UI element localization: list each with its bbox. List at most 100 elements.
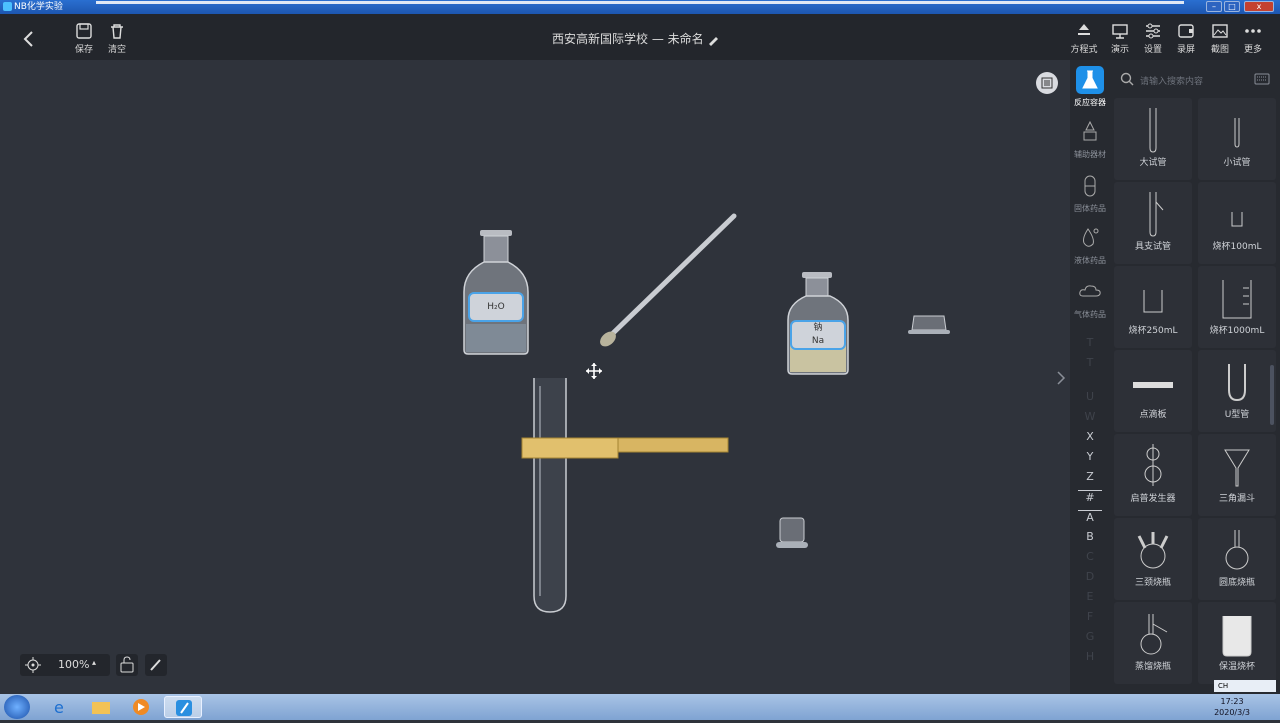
category-gas[interactable]: 气体药品 bbox=[1070, 278, 1110, 320]
taskbar-ie-icon[interactable]: e bbox=[42, 696, 80, 718]
sodium-bottle[interactable]: 钠 Na bbox=[786, 270, 850, 376]
category-label: 液体药品 bbox=[1074, 256, 1106, 265]
equipment-item-beaker-100[interactable]: 烧杯100mL bbox=[1198, 182, 1276, 264]
equipment-name: 三角漏斗 bbox=[1218, 494, 1255, 504]
close-button[interactable]: x bbox=[1244, 1, 1274, 12]
category-liquid[interactable]: 液体药品 bbox=[1070, 224, 1110, 266]
bottle-stopper[interactable] bbox=[774, 516, 810, 554]
equipment-name: 具支试管 bbox=[1134, 242, 1171, 252]
index-letter[interactable]: E bbox=[1070, 590, 1110, 603]
insulated-beaker-icon bbox=[1222, 616, 1252, 657]
taskbar-media-icon[interactable] bbox=[122, 696, 160, 718]
window-titlebar: NB化学实验 – □ x bbox=[0, 0, 1280, 14]
index-letter[interactable]: X bbox=[1070, 430, 1110, 443]
three-neck-flask-icon bbox=[1137, 532, 1169, 569]
equipment-item-beaker-1000[interactable]: 烧杯1000mL bbox=[1198, 266, 1276, 348]
index-letter[interactable]: T bbox=[1070, 336, 1110, 349]
equipment-item-funnel[interactable]: 三角漏斗 bbox=[1198, 434, 1276, 516]
clock-time: 17:23 bbox=[1220, 697, 1244, 706]
index-letter[interactable]: T bbox=[1070, 356, 1110, 369]
index-letter[interactable]: G bbox=[1070, 630, 1110, 643]
equipment-name: 小试管 bbox=[1223, 158, 1251, 168]
search-box[interactable]: 请输入搜索内容 bbox=[1114, 68, 1274, 90]
chevron-right-icon[interactable] bbox=[1055, 370, 1067, 386]
cloud-icon bbox=[1076, 278, 1104, 306]
clear-label: 清空 bbox=[107, 45, 126, 55]
zoom-caret-icon[interactable]: ▴ bbox=[92, 658, 96, 667]
equipment-item-round-flask[interactable]: 圆底烧瓶 bbox=[1198, 518, 1276, 600]
zoom-level: 100% bbox=[58, 658, 90, 671]
capsule-icon bbox=[1076, 172, 1104, 200]
zoom-control[interactable]: 100% ▴ bbox=[20, 654, 110, 676]
locate-icon[interactable] bbox=[25, 657, 41, 673]
minimize-button[interactable]: – bbox=[1206, 1, 1222, 12]
equipment-item-insulated-beaker[interactable]: 保温烧杯 bbox=[1198, 602, 1276, 684]
experiment-canvas[interactable]: H₂O 钠 Na 100% ▴ bbox=[0, 60, 1070, 694]
equipment-name: 点滴板 bbox=[1139, 410, 1167, 420]
list-menu-icon[interactable] bbox=[1036, 72, 1058, 94]
equipment-panel: 反应容器 辅助器材 固体药品 液体药品 气体药品 T T U W X Y Z #… bbox=[1070, 60, 1280, 694]
water-bottle[interactable]: H₂O bbox=[460, 228, 532, 356]
index-letter[interactable]: Z bbox=[1070, 470, 1110, 483]
spot-plate-icon bbox=[1133, 382, 1173, 388]
save-icon bbox=[76, 23, 92, 39]
index-letter[interactable]: D bbox=[1070, 570, 1110, 583]
taskbar-chemistry-app-icon[interactable] bbox=[164, 696, 202, 718]
test-tube[interactable] bbox=[530, 376, 570, 616]
category-label: 固体药品 bbox=[1074, 204, 1106, 213]
clear-button[interactable]: 清空 bbox=[97, 22, 137, 55]
funnel-icon bbox=[1224, 449, 1250, 487]
brush-button[interactable] bbox=[145, 654, 167, 676]
equipment-item-small-test-tube[interactable]: 小试管 bbox=[1198, 98, 1276, 180]
equipment-item-spot-plate[interactable]: 点滴板 bbox=[1114, 350, 1192, 432]
taskbar-folder-icon[interactable] bbox=[82, 696, 120, 718]
water-bottle-label: H₂O bbox=[468, 292, 524, 322]
category-label: 气体药品 bbox=[1074, 310, 1106, 319]
equipment-name: 烧杯100mL bbox=[1212, 242, 1262, 252]
equipment-item-beaker-250[interactable]: 烧杯250mL bbox=[1114, 266, 1192, 348]
index-letter[interactable]: C bbox=[1070, 550, 1110, 563]
bottle-stopper[interactable] bbox=[908, 314, 950, 338]
equation-button[interactable]: 方程式 bbox=[1064, 22, 1104, 55]
maximize-button[interactable]: □ bbox=[1224, 1, 1240, 12]
index-letter[interactable]: F bbox=[1070, 610, 1110, 623]
equipment-item-large-test-tube[interactable]: 大试管 bbox=[1114, 98, 1192, 180]
category-sidebar: 反应容器 辅助器材 固体药品 液体药品 气体药品 T T U W X Y Z #… bbox=[1070, 60, 1110, 694]
equipment-item-distilling-flask[interactable]: 蒸馏烧瓶 bbox=[1114, 602, 1192, 684]
droplet-icon bbox=[1076, 224, 1104, 252]
equipment-name: 烧杯250mL bbox=[1128, 326, 1178, 336]
edit-pencil-icon[interactable] bbox=[707, 34, 719, 46]
test-tube-icon bbox=[1149, 108, 1157, 153]
index-letter[interactable]: Y bbox=[1070, 450, 1110, 463]
start-button[interactable] bbox=[4, 695, 30, 719]
test-tube-holder[interactable] bbox=[520, 432, 732, 462]
search-input[interactable]: 请输入搜索内容 bbox=[1140, 74, 1203, 87]
index-letter[interactable]: A bbox=[1078, 510, 1102, 524]
system-clock[interactable]: 17:23 2020/3/3 bbox=[1214, 696, 1250, 718]
spatula[interactable] bbox=[594, 208, 744, 352]
equipment-name: 大试管 bbox=[1139, 158, 1167, 168]
category-reaction-vessels[interactable]: 反应容器 bbox=[1070, 66, 1110, 108]
equipment-item-u-tube[interactable]: U型管 bbox=[1198, 350, 1276, 432]
document-title[interactable]: 西安高新国际学校 — 未命名 bbox=[552, 30, 719, 47]
ime-bar[interactable]: CH bbox=[1214, 680, 1276, 692]
lock-button[interactable] bbox=[116, 654, 138, 676]
category-auxiliary[interactable]: 辅助器材 bbox=[1070, 118, 1110, 160]
index-letter[interactable]: W bbox=[1070, 410, 1110, 423]
index-letter[interactable]: B bbox=[1070, 530, 1110, 543]
keyboard-icon[interactable] bbox=[1254, 71, 1270, 87]
title-progress-strip bbox=[96, 1, 1184, 4]
panel-scrollbar[interactable] bbox=[1270, 365, 1274, 425]
category-solid[interactable]: 固体药品 bbox=[1070, 172, 1110, 214]
equipment-item-branched-test-tube[interactable]: 具支试管 bbox=[1114, 182, 1192, 264]
back-icon[interactable] bbox=[18, 29, 40, 49]
presentation-icon bbox=[1112, 24, 1128, 39]
index-letter[interactable]: U bbox=[1070, 390, 1110, 403]
equipment-item-three-neck-flask[interactable]: 三颈烧瓶 bbox=[1114, 518, 1192, 600]
brush-icon bbox=[150, 659, 161, 671]
equipment-item-kipp-generator[interactable]: 启普发生器 bbox=[1114, 434, 1192, 516]
svg-text:e: e bbox=[54, 698, 64, 717]
more-button[interactable]: 更多 bbox=[1233, 22, 1273, 55]
index-letter[interactable]: H bbox=[1070, 650, 1110, 663]
index-letter[interactable]: # bbox=[1078, 490, 1102, 504]
